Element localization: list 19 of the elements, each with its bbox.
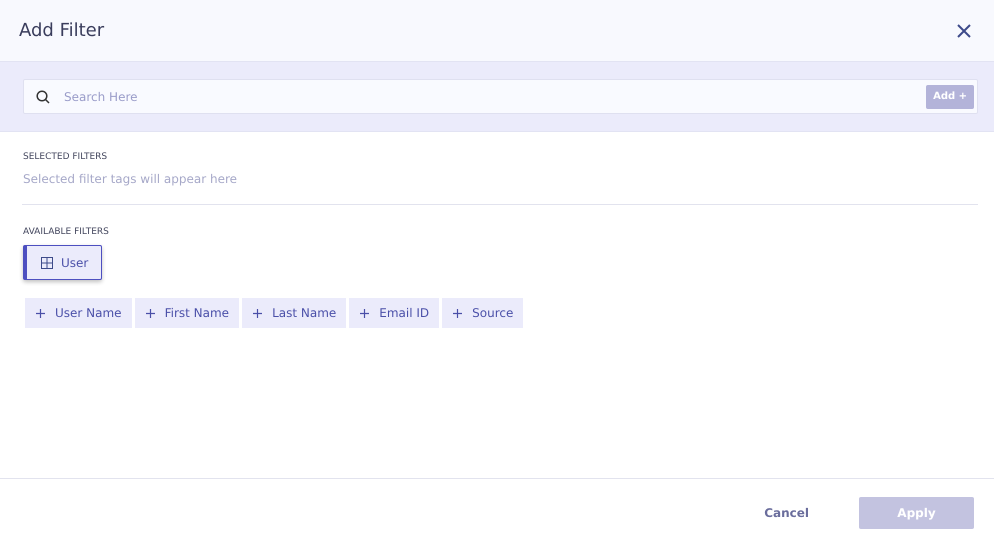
plus-icon xyxy=(146,308,155,318)
plus-icon xyxy=(36,308,45,318)
plus-icon xyxy=(253,308,262,318)
plus-icon xyxy=(453,308,462,318)
table-icon xyxy=(41,256,53,268)
filter-chip[interactable]: Source xyxy=(442,298,524,328)
dialog-title: Add Filter xyxy=(19,20,104,41)
category-tab[interactable]: User xyxy=(23,245,102,280)
close-icon[interactable] xyxy=(957,24,971,38)
section-heading: AVAILABLE FILTERS xyxy=(23,227,109,237)
filter-chip[interactable]: Email ID xyxy=(349,298,440,328)
filter-chip[interactable]: Last Name xyxy=(242,298,346,328)
plus-icon xyxy=(360,308,370,318)
empty-message: Selected filter tags will appear here xyxy=(23,172,238,186)
cancel-button[interactable]: Cancel xyxy=(758,505,815,521)
section-heading: SELECTED FILTERS xyxy=(23,152,108,162)
filter-chip[interactable]: User Name xyxy=(25,298,132,328)
search-icon xyxy=(36,90,50,104)
filter-chip[interactable]: First Name xyxy=(134,298,240,328)
